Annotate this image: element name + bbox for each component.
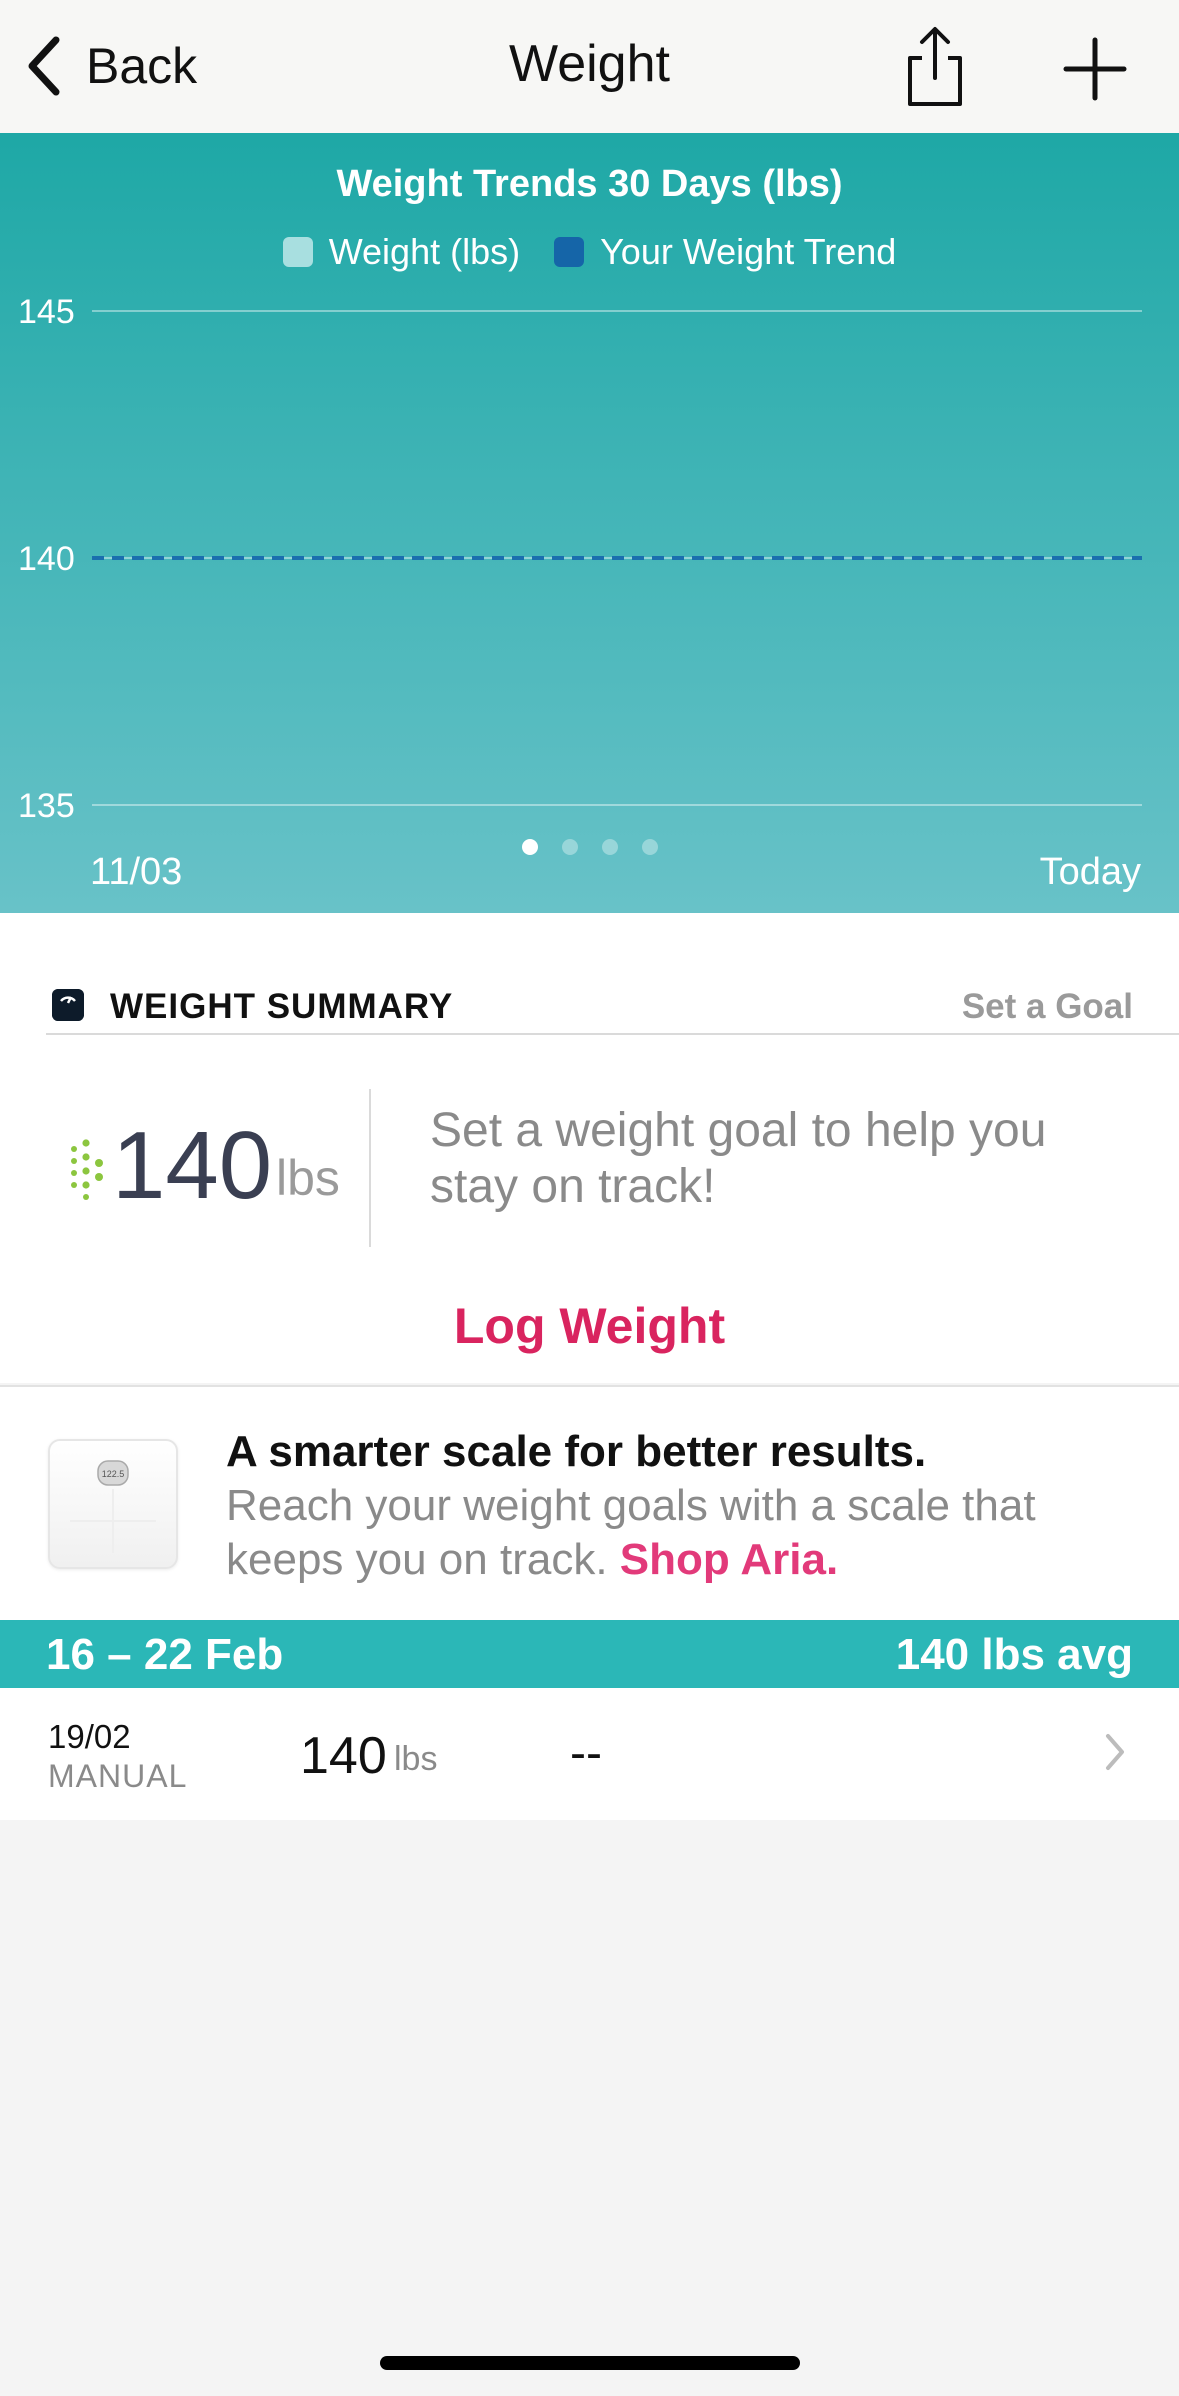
y-tick-label: 145 [18, 293, 75, 331]
weight-trend-chart[interactable]: Weight Trends 30 Days (lbs) Weight (lbs)… [0, 133, 1179, 913]
set-goal-link[interactable]: Set a Goal [962, 987, 1133, 1027]
page-title: Weight [509, 35, 670, 93]
scale-icon [52, 989, 84, 1021]
x-axis-start-label: 11/03 [90, 851, 183, 893]
page-dot[interactable] [641, 839, 658, 855]
aria-promo-card[interactable]: 122.5 A smarter scale for better results… [0, 1385, 1179, 1622]
entry-unit: lbs [394, 1740, 438, 1778]
summary-header: WEIGHT SUMMARY Set a Goal [46, 983, 1179, 1035]
home-indicator [380, 2356, 800, 2370]
entry-weight: 140 [300, 1727, 387, 1785]
page-dot[interactable] [521, 839, 538, 855]
page-dot[interactable] [601, 839, 618, 855]
week-range: 16 – 22 Feb [46, 1630, 284, 1679]
entry-date: 19/02 [48, 1718, 131, 1755]
week-average: 140 lbs avg [895, 1630, 1133, 1679]
plus-icon[interactable] [1062, 36, 1128, 102]
goal-prompt-text: Set a weight goal to help you stay on tr… [430, 1104, 1047, 1213]
promo-body: Reach your weight goals with a scale tha… [226, 1479, 1146, 1587]
fitbit-logo-icon [71, 1139, 103, 1200]
y-tick-label: 140 [18, 540, 75, 578]
nav-bar: Back Weight [0, 0, 1179, 133]
summary-divider [369, 1089, 371, 1247]
current-weight-unit: lbs [276, 1150, 340, 1206]
entry-source: MANUAL [48, 1758, 188, 1794]
promo-title: A smarter scale for better results. [226, 1427, 927, 1476]
current-weight-value: 140 [112, 1112, 273, 1219]
share-icon[interactable] [900, 24, 970, 110]
weight-log-entry[interactable]: 19/02 MANUAL 140 lbs -- [0, 1688, 1179, 1820]
x-axis-end-label: Today [1039, 851, 1141, 893]
summary-title: WEIGHT SUMMARY [110, 987, 454, 1026]
weight-summary-card: WEIGHT SUMMARY Set a Goal 140 lbs Set a … [0, 913, 1179, 1383]
scale-display-text: 122.5 [102, 1469, 125, 1479]
chevron-right-icon [1106, 1734, 1124, 1770]
chart-plot: 145 140 135 [18, 293, 1142, 825]
log-weight-button[interactable]: Log Weight [0, 1297, 1179, 1355]
entry-body-fat: -- [570, 1727, 602, 1780]
week-header: 16 – 22 Feb 140 lbs avg [0, 1620, 1179, 1688]
y-tick-label: 135 [18, 787, 75, 825]
smart-scale-icon: 122.5 [70, 1460, 156, 1553]
page-dot[interactable] [561, 839, 578, 855]
smart-scale-image: 122.5 [48, 1439, 178, 1569]
shop-aria-link[interactable]: Shop Aria. [620, 1535, 838, 1584]
